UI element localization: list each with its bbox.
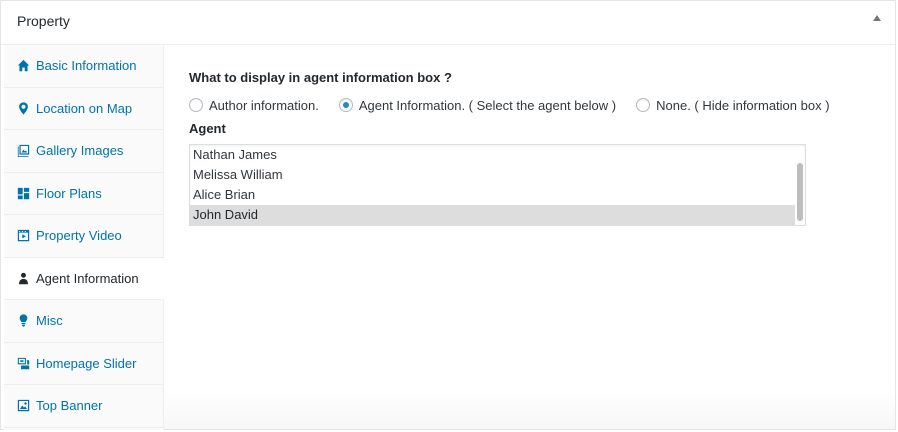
agent-select-list[interactable]: Nathan James Melissa William Alice Brian… bbox=[189, 144, 806, 226]
gallery-icon bbox=[16, 144, 30, 158]
tab-label: Agent Information bbox=[36, 270, 139, 286]
metabox-title: Property bbox=[17, 13, 70, 29]
tab-gallery-images[interactable]: Gallery Images bbox=[4, 130, 163, 173]
radio-button[interactable] bbox=[636, 98, 651, 112]
tab-label: Floor Plans bbox=[36, 185, 102, 201]
display-options: Author information. Agent Information. (… bbox=[189, 96, 875, 114]
home-icon bbox=[16, 59, 30, 73]
agent-information-panel: What to display in agent information box… bbox=[189, 69, 875, 226]
agent-option[interactable]: Alice Brian bbox=[190, 185, 795, 205]
property-tabs-sidebar: Basic Information Location on Map Galler… bbox=[4, 45, 164, 430]
property-metabox: Property Basic Information Location on M… bbox=[0, 0, 896, 430]
banner-image-icon bbox=[16, 399, 30, 413]
radio-none[interactable]: None. ( Hide information box ) bbox=[636, 97, 830, 113]
agent-field-label: Agent bbox=[189, 121, 226, 136]
collapse-toggle-icon[interactable] bbox=[873, 15, 881, 21]
display-question-label: What to display in agent information box… bbox=[189, 70, 452, 85]
tab-location-on-map[interactable]: Location on Map bbox=[4, 88, 163, 130]
slider-icon bbox=[16, 356, 30, 370]
agent-option[interactable]: Melissa William bbox=[190, 165, 795, 185]
radio-label: None. ( Hide information box ) bbox=[656, 97, 830, 113]
radio-label: Author information. bbox=[209, 97, 319, 113]
tab-label: Property Video bbox=[36, 228, 122, 244]
tab-misc[interactable]: Misc bbox=[4, 300, 163, 343]
radio-agent-information[interactable]: Agent Information. ( Select the agent be… bbox=[338, 97, 617, 113]
agent-option-selected[interactable]: John David bbox=[190, 205, 795, 225]
radio-author-information[interactable]: Author information. bbox=[189, 98, 319, 113]
radio-button[interactable] bbox=[189, 98, 203, 112]
radio-button-checked[interactable] bbox=[338, 98, 353, 112]
tab-floor-plans[interactable]: Floor Plans bbox=[4, 173, 163, 215]
metabox-header[interactable]: Property bbox=[1, 1, 895, 45]
tab-agent-information[interactable]: Agent Information bbox=[4, 257, 164, 300]
agent-icon bbox=[16, 271, 30, 285]
tab-top-banner[interactable]: Top Banner bbox=[4, 385, 163, 428]
radio-label: Agent Information. ( Select the agent be… bbox=[358, 97, 617, 113]
tab-label: Top Banner bbox=[36, 398, 103, 414]
agent-option[interactable]: Nathan James bbox=[190, 145, 795, 165]
tab-basic-information[interactable]: Basic Information bbox=[4, 45, 163, 88]
tab-label: Homepage Slider bbox=[36, 355, 137, 371]
list-scrollbar[interactable] bbox=[797, 163, 803, 221]
tab-label: Location on Map bbox=[36, 100, 133, 116]
tab-label: Basic Information bbox=[36, 58, 137, 74]
tab-label: Misc bbox=[36, 313, 63, 329]
lightbulb-icon bbox=[16, 314, 30, 328]
video-icon bbox=[16, 229, 30, 243]
location-pin-icon bbox=[16, 101, 30, 115]
tab-homepage-slider[interactable]: Homepage Slider bbox=[4, 343, 163, 385]
floor-plan-icon bbox=[16, 186, 30, 200]
panel-bottom-fade bbox=[164, 389, 895, 429]
tab-property-video[interactable]: Property Video bbox=[4, 215, 163, 258]
tab-label: Gallery Images bbox=[36, 143, 124, 159]
